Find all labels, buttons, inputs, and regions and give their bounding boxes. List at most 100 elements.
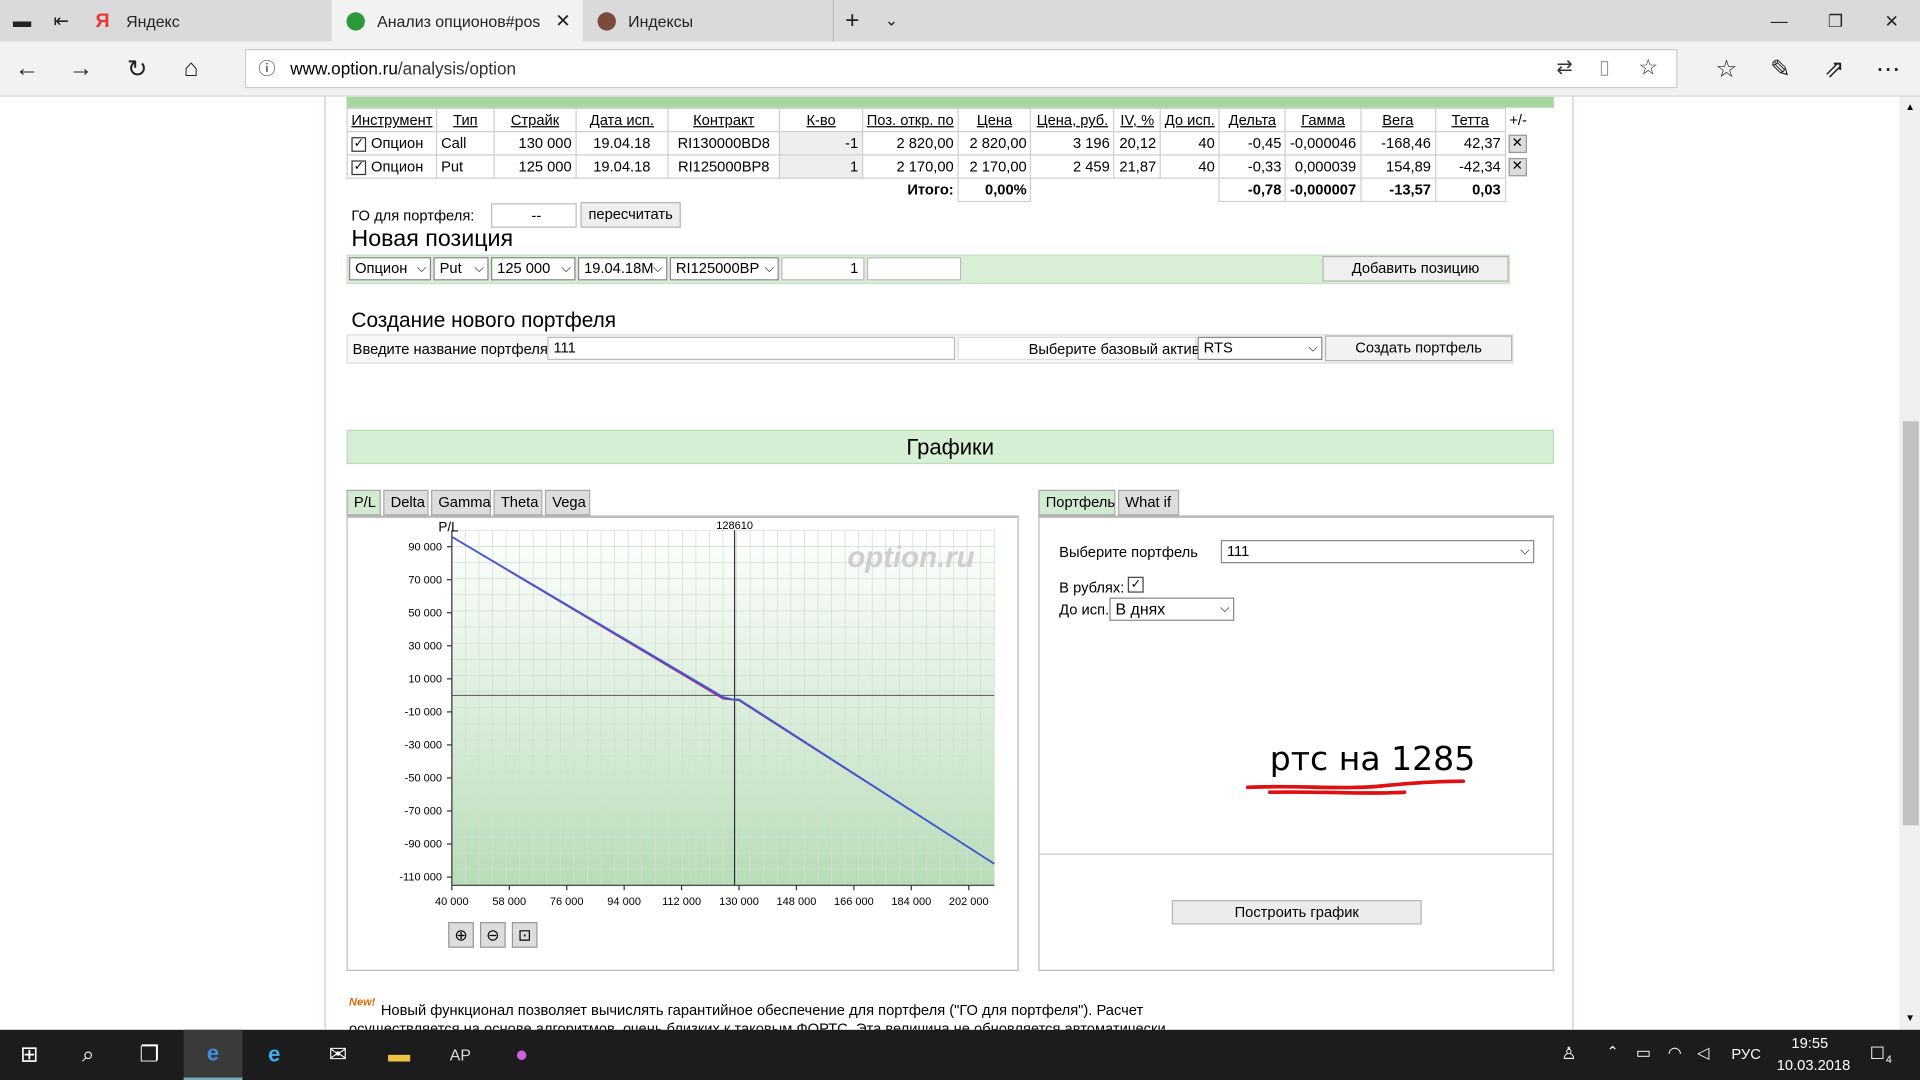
tray-up-icon[interactable]: ⌃ [1607,1043,1619,1060]
recalculate-button[interactable]: пересчитать [580,202,681,228]
tab-gamma[interactable]: Gamma [431,489,492,516]
back-icon[interactable]: ← [7,50,46,87]
app-ap-icon[interactable]: AP [431,1030,490,1080]
strike-select[interactable]: 125 000 ⌵ [491,257,576,281]
col-header[interactable]: Дата исп. [575,107,669,133]
col-header[interactable]: Цена [957,107,1032,133]
browser-tab-bar: ▬ ⇤ Я Яндекс Анализ опционов#pos ✕ Индек… [0,0,1920,42]
zoom-reset-icon[interactable]: ⊡ [511,922,538,948]
ie-icon[interactable]: e [245,1030,304,1080]
favorite-star-icon[interactable]: ☆ [1638,49,1658,86]
portfolio-name-input[interactable]: 111 [547,336,956,361]
zoom-out-icon[interactable]: ⊖ [480,922,506,948]
add-position-button[interactable]: Добавить позицию [1322,255,1509,282]
task-view-icon[interactable]: ❐ [120,1030,179,1080]
home-icon[interactable]: ⌂ [171,50,210,87]
volume-icon[interactable]: ◁ [1697,1043,1709,1063]
clock-date[interactable]: 10.03.2018 [1777,1057,1851,1074]
tab-theta[interactable]: Theta [493,489,543,516]
qty-input[interactable]: 1 [781,257,865,281]
search-icon[interactable]: ⌕ [59,1030,118,1080]
share-icon[interactable]: ⇗ [1815,50,1854,87]
windows-start-icon[interactable]: ⊞ [0,1030,59,1080]
info-icon[interactable]: ⓘ [258,50,275,87]
favorites-hub-icon[interactable]: ☆ [1707,50,1746,87]
col-header[interactable]: Контракт [667,107,781,133]
page-scrollbar[interactable]: ▲ ▼ [1899,96,1920,1030]
tab-indices[interactable]: Индексы [583,0,834,42]
col-header[interactable]: Поз. откр. по [861,107,959,133]
col-header[interactable]: Дельта [1218,107,1287,133]
col-header[interactable]: Инструмент [346,107,438,133]
tab-what-if[interactable]: What if [1117,489,1180,516]
minimize-icon[interactable]: — [1751,0,1807,42]
price-rub-cell: 3 196 [1030,131,1115,156]
wifi-icon[interactable]: ◠ [1668,1043,1682,1063]
date-select[interactable]: 19.04.18М ⌵ [577,257,668,281]
row-checkbox[interactable]: ✓ [351,160,367,175]
col-header[interactable]: Цена, руб. [1030,107,1115,133]
tab-yandex[interactable]: Я Яндекс [81,0,332,42]
balloon-app-icon[interactable]: ● [492,1030,551,1080]
contract-select[interactable]: RI125000BP ⌵ [669,257,779,281]
col-header[interactable]: IV, % [1113,107,1162,133]
scroll-thumb[interactable] [1902,421,1919,826]
tab-preview-icon[interactable]: ⌄ [872,2,911,39]
instrument-cell[interactable]: ✓ Опцион [346,154,438,179]
people-icon[interactable]: ♙ [1561,1043,1576,1064]
col-header[interactable]: Гамма [1285,107,1362,133]
go-value-field[interactable]: -- [491,203,577,228]
language-indicator[interactable]: РУС [1731,1046,1760,1063]
tab-option-analysis[interactable]: Анализ опционов#pos ✕ [331,0,583,42]
instrument-select[interactable]: Опцион ⌵ [348,257,432,281]
battery-icon[interactable]: ▭ [1636,1043,1651,1063]
edge-icon[interactable]: e [183,1029,243,1080]
scroll-down-icon[interactable]: ▼ [1905,1013,1915,1024]
build-chart-button[interactable]: Построить график [1171,900,1422,925]
explorer-icon[interactable]: ▬ [370,1030,429,1080]
new-tab-icon[interactable]: + [833,2,872,39]
rub-checkbox[interactable]: ✓ [1127,576,1144,593]
translate-icon[interactable]: ⇄ [1556,50,1572,87]
more-icon[interactable]: ⋯ [1869,50,1908,87]
create-portfolio-button[interactable]: Создать портфель [1324,335,1513,362]
price-input[interactable] [866,257,962,281]
restore-icon[interactable]: ❐ [1807,0,1863,42]
row-checkbox[interactable]: ✓ [351,136,367,152]
base-asset-select[interactable]: RTS ⌵ [1197,336,1323,361]
refresh-icon[interactable]: ↻ [118,50,157,87]
scroll-up-icon[interactable]: ▲ [1905,102,1915,113]
reading-view-icon[interactable]: ▯ [1599,50,1610,87]
open-price-cell[interactable]: 2 820,00 [861,131,959,156]
instrument-cell[interactable]: ✓ Опцион [346,131,438,156]
tab-portfolio[interactable]: Портфель [1038,489,1116,516]
expiry-units-select[interactable]: В днях ⌵ [1109,597,1235,621]
clock-time[interactable]: 19:55 [1791,1035,1828,1052]
close-window-icon[interactable]: ✕ [1864,0,1920,42]
tab-delta[interactable]: Delta [383,489,429,516]
col-header[interactable]: К-во [779,107,864,133]
notifications-icon[interactable]: ☐ [1870,1043,1885,1064]
col-header[interactable]: Тип [436,107,495,133]
tab-actions-icon[interactable]: ▬ [2,2,41,39]
choose-portfolio-select[interactable]: 111 ⌵ [1220,540,1535,564]
zoom-in-icon[interactable]: ⊕ [448,922,474,948]
close-tab-icon[interactable]: ✕ [555,10,570,32]
delete-row-icon[interactable]: ✕ [1508,157,1527,177]
col-header[interactable]: Тетта [1434,107,1506,133]
set-aside-tabs-icon[interactable]: ⇤ [42,2,81,39]
qty-cell[interactable]: 1 [779,154,864,179]
forward-icon[interactable]: → [61,50,100,87]
col-header[interactable]: Страйк [493,107,577,133]
col-header[interactable]: До исп. [1159,107,1220,133]
delete-row-icon[interactable]: ✕ [1508,134,1527,154]
qty-cell[interactable]: -1 [779,131,864,156]
mail-icon[interactable]: ✉ [309,1030,368,1080]
col-header[interactable]: Вега [1359,107,1436,133]
url-field[interactable]: ⓘ www.option.ru/analysis/option ⇄ ▯ ☆ [244,48,1678,89]
type-select[interactable]: Put ⌵ [433,257,489,281]
tab-vega[interactable]: Vega [544,489,591,516]
tab-pl[interactable]: P/L [346,489,381,516]
open-price-cell[interactable]: 2 170,00 [861,154,959,179]
notes-pen-icon[interactable]: ✎ [1761,50,1800,87]
